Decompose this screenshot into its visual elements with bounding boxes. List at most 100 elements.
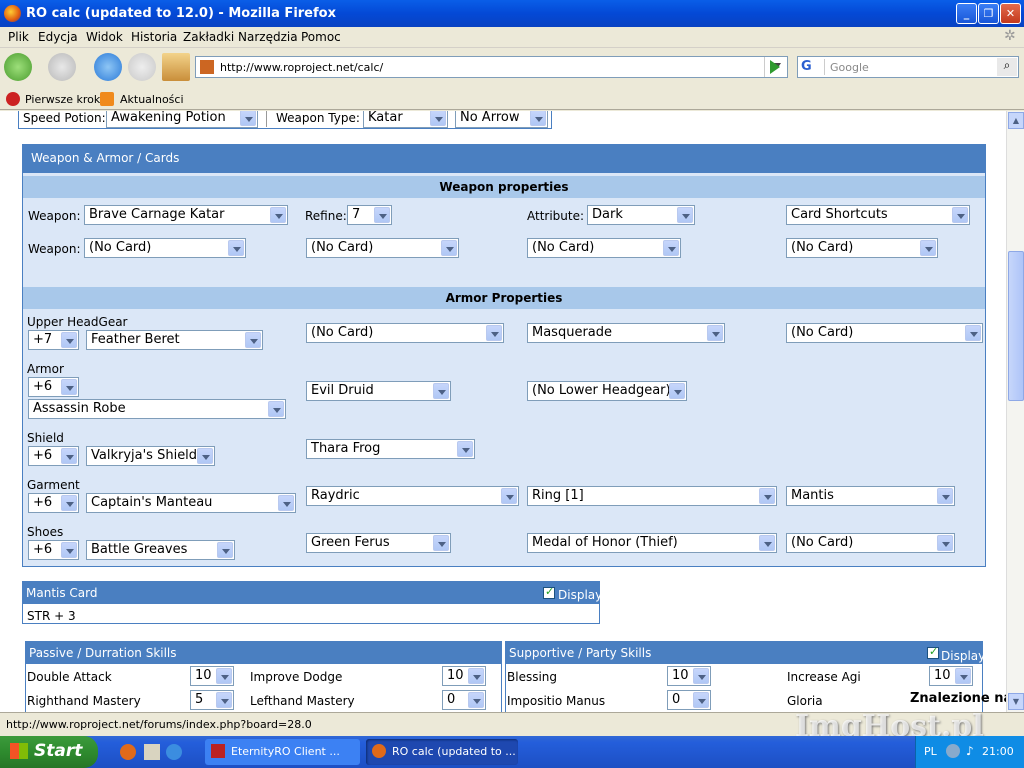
bookmark-pierwsze-kroki[interactable]: Pierwsze kroki bbox=[25, 93, 103, 106]
attribute-select[interactable]: Dark bbox=[587, 205, 695, 225]
shoes-select[interactable]: Battle Greaves bbox=[86, 540, 235, 560]
menu-edycja[interactable]: Edycja bbox=[38, 30, 78, 44]
armor-value: Assassin Robe bbox=[33, 401, 126, 416]
armor-card-value: Evil Druid bbox=[311, 383, 374, 398]
reload-icon[interactable] bbox=[94, 53, 122, 81]
accessory-1-card-select[interactable]: Mantis bbox=[786, 486, 955, 506]
search-magnifier-icon[interactable]: ⌕ bbox=[997, 58, 1017, 76]
accessory-1-select[interactable]: Ring [1] bbox=[527, 486, 777, 506]
upper-headgear-select[interactable]: Feather Beret bbox=[86, 330, 263, 350]
accessory-2-select[interactable]: Medal of Honor (Thief) bbox=[527, 533, 777, 553]
shield-select[interactable]: Valkryja's Shield bbox=[86, 446, 215, 466]
chevron-down-icon bbox=[759, 488, 775, 504]
shoes-refine-select[interactable]: +6 bbox=[28, 540, 79, 560]
search-box[interactable]: G Google ⌕ bbox=[797, 56, 1019, 78]
speed-potion-select[interactable]: Awakening Potion bbox=[106, 111, 258, 128]
chevron-down-icon bbox=[217, 542, 233, 558]
shield-refine-select[interactable]: +6 bbox=[28, 446, 79, 466]
skill-increase-agi-select[interactable]: 10 bbox=[929, 666, 973, 686]
garment-select[interactable]: Captain's Manteau bbox=[86, 493, 296, 513]
quicklaunch-ie-icon[interactable] bbox=[166, 744, 182, 760]
skill-increase-agi-value: 10 bbox=[934, 668, 951, 683]
menu-zakladki[interactable]: Zakładki bbox=[183, 30, 234, 44]
weapon-select[interactable]: Brave Carnage Katar bbox=[84, 205, 288, 225]
task-eternityro[interactable]: EternityRO Client ... bbox=[205, 739, 360, 765]
url-bar[interactable]: http://www.roproject.net/calc/ bbox=[195, 56, 788, 78]
menu-pomoc[interactable]: Pomoc bbox=[301, 30, 341, 44]
support-display-checkbox[interactable] bbox=[927, 645, 939, 659]
scroll-down-icon[interactable]: ▼ bbox=[1008, 693, 1024, 710]
go-button[interactable] bbox=[766, 58, 784, 76]
weapon-label: Weapon: bbox=[28, 209, 81, 223]
menu-widok[interactable]: Widok bbox=[86, 30, 123, 44]
maximize-button[interactable]: ❐ bbox=[978, 3, 999, 24]
refine-select[interactable]: 7 bbox=[347, 205, 392, 225]
page-content: Speed Potion: Awakening Potion Weapon Ty… bbox=[0, 111, 1006, 712]
garment-card-select[interactable]: Raydric bbox=[306, 486, 519, 506]
skill-improve-dodge-label: Improve Dodge bbox=[250, 670, 343, 684]
menu-historia[interactable]: Historia bbox=[131, 30, 177, 44]
shield-card-select[interactable]: Thara Frog bbox=[306, 439, 475, 459]
card-display-checkbox[interactable] bbox=[543, 585, 555, 599]
minimize-button[interactable]: _ bbox=[956, 3, 977, 24]
home-icon[interactable] bbox=[162, 53, 190, 81]
start-button[interactable]: Start bbox=[0, 736, 98, 768]
weapon-type-label: Weapon Type: bbox=[276, 111, 360, 125]
task-eternityro-label: EternityRO Client ... bbox=[231, 745, 340, 758]
shield-refine-value: +6 bbox=[33, 448, 53, 463]
menu-narzedzia[interactable]: Narzędzia bbox=[238, 30, 298, 44]
forward-arrow-icon[interactable] bbox=[48, 53, 76, 81]
armor-card-select[interactable]: Evil Druid bbox=[306, 381, 451, 401]
skill-double-attack-select[interactable]: 10 bbox=[190, 666, 234, 686]
middle-card-select[interactable]: (No Card) bbox=[786, 323, 983, 343]
search-placeholder: Google bbox=[830, 61, 869, 74]
chevron-down-icon bbox=[374, 207, 390, 223]
quicklaunch-desktop-icon[interactable] bbox=[144, 744, 160, 760]
speed-potion-value: Awakening Potion bbox=[111, 111, 226, 125]
skill-righthand-select[interactable]: 5 bbox=[190, 690, 234, 710]
garment-refine-select[interactable]: +6 bbox=[28, 493, 79, 513]
weapon-card-2-select[interactable]: (No Card) bbox=[306, 238, 459, 258]
weapon-type-value: Katar bbox=[368, 111, 403, 125]
weapon-card-4-select[interactable]: (No Card) bbox=[786, 238, 938, 258]
quicklaunch-firefox-icon[interactable] bbox=[120, 744, 136, 760]
language-indicator[interactable]: PL bbox=[924, 745, 937, 758]
weapon-card-3-select[interactable]: (No Card) bbox=[527, 238, 681, 258]
tray-icon[interactable] bbox=[946, 744, 960, 758]
skill-impositio-select[interactable]: 0 bbox=[667, 690, 711, 710]
skill-improve-dodge-select[interactable]: 10 bbox=[442, 666, 486, 686]
arrow-select[interactable]: No Arrow bbox=[455, 111, 548, 128]
chevron-down-icon bbox=[430, 111, 446, 126]
armor-select[interactable]: Assassin Robe bbox=[28, 399, 286, 419]
weapon-type-select[interactable]: Katar bbox=[363, 111, 448, 128]
upper-refine-select[interactable]: +7 bbox=[28, 330, 79, 350]
chevron-down-icon bbox=[663, 240, 679, 256]
armor-refine-select[interactable]: +6 bbox=[28, 377, 79, 397]
volume-icon[interactable]: ♪ bbox=[966, 744, 974, 758]
bookmark-aktualnosci[interactable]: Aktualności bbox=[120, 93, 184, 106]
task-ro-calc[interactable]: RO calc (updated to ... bbox=[366, 739, 518, 765]
weapon-card-2-value: (No Card) bbox=[311, 240, 374, 255]
card-shortcuts-select[interactable]: Card Shortcuts bbox=[786, 205, 970, 225]
scroll-thumb[interactable] bbox=[1008, 251, 1024, 401]
accessory-2-card-select[interactable]: (No Card) bbox=[786, 533, 955, 553]
skill-blessing-select[interactable]: 10 bbox=[667, 666, 711, 686]
stop-icon[interactable] bbox=[128, 53, 156, 81]
middle-headgear-select[interactable]: Masquerade bbox=[527, 323, 725, 343]
close-button[interactable]: ✕ bbox=[1000, 3, 1021, 24]
menu-plik[interactable]: Plik bbox=[8, 30, 29, 44]
chevron-down-icon bbox=[468, 692, 484, 708]
upper-card-select[interactable]: (No Card) bbox=[306, 323, 504, 343]
back-arrow-icon[interactable] bbox=[4, 53, 32, 81]
skill-lefthand-select[interactable]: 0 bbox=[442, 690, 486, 710]
lower-headgear-select[interactable]: (No Lower Headgear) bbox=[527, 381, 687, 401]
vertical-scrollbar[interactable]: ▲ ▼ bbox=[1006, 111, 1024, 712]
weapon-card-1-select[interactable]: (No Card) bbox=[84, 238, 246, 258]
upper-headgear-label: Upper HeadGear bbox=[27, 315, 128, 329]
shoes-card-select[interactable]: Green Ferus bbox=[306, 533, 451, 553]
chevron-down-icon bbox=[61, 448, 77, 464]
task-ro-calc-label: RO calc (updated to ... bbox=[392, 745, 516, 758]
chevron-down-icon bbox=[677, 207, 693, 223]
skill-gloria-label: Gloria bbox=[787, 694, 823, 708]
scroll-up-icon[interactable]: ▲ bbox=[1008, 112, 1024, 129]
